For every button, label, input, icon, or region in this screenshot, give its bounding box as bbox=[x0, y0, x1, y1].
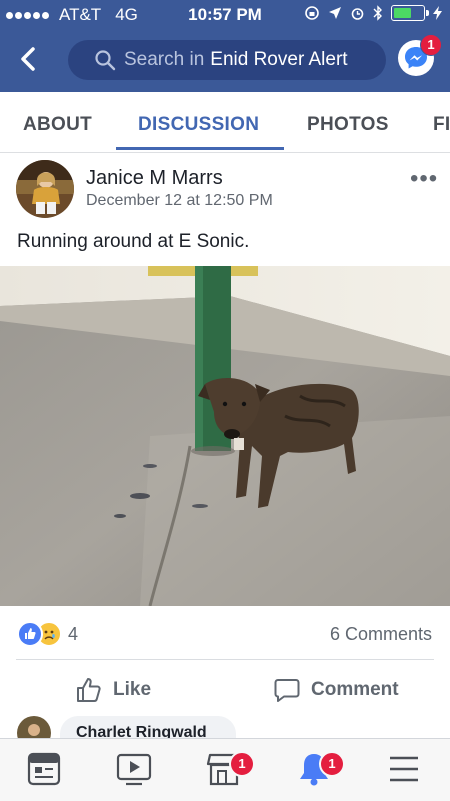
author-avatar[interactable] bbox=[16, 160, 74, 218]
notifications-badge: 1 bbox=[319, 751, 345, 777]
divider bbox=[16, 659, 434, 660]
comment-button[interactable]: Comment bbox=[273, 676, 399, 704]
search-group-name: Enid Rover Alert bbox=[210, 49, 348, 70]
post-author[interactable]: Janice M Marrs bbox=[86, 167, 223, 190]
comment-icon bbox=[274, 679, 300, 702]
navbar: Search in Enid Rover Alert 1 bbox=[0, 34, 450, 86]
tab-discussion[interactable]: DISCUSSION bbox=[138, 114, 259, 136]
marketplace-badge: 1 bbox=[229, 751, 255, 777]
news-feed-icon[interactable] bbox=[24, 751, 64, 787]
like-button[interactable]: Like bbox=[75, 676, 151, 704]
search-icon bbox=[95, 50, 116, 71]
charging-bolt-icon bbox=[433, 6, 442, 20]
tab-about[interactable]: ABOUT bbox=[23, 114, 92, 136]
alarm-icon bbox=[351, 7, 364, 20]
bottom-tab-bar: 1 1 bbox=[0, 738, 450, 801]
search-prefix: Search in bbox=[124, 49, 205, 70]
more-icon[interactable]: ••• bbox=[410, 165, 438, 193]
location-arrow-icon bbox=[329, 7, 341, 19]
search-input[interactable]: Search in Enid Rover Alert bbox=[68, 40, 386, 80]
thumbs-up-icon bbox=[77, 678, 101, 702]
reaction-summary[interactable]: 4 bbox=[17, 620, 78, 648]
like-label: Like bbox=[113, 679, 152, 700]
tab-photos[interactable]: PHOTOS bbox=[307, 114, 389, 136]
like-reaction-icon bbox=[17, 621, 43, 647]
reaction-count: 4 bbox=[68, 623, 79, 644]
back-chevron-icon[interactable] bbox=[14, 44, 44, 74]
comments-count[interactable]: 6 Comments bbox=[330, 624, 432, 645]
battery-icon bbox=[391, 5, 429, 21]
messenger-badge: 1 bbox=[420, 34, 442, 56]
tab-files[interactable]: FI bbox=[433, 114, 450, 136]
post-photo[interactable] bbox=[0, 266, 450, 606]
bluetooth-icon bbox=[373, 5, 382, 21]
status-bar: AT&T 4G 10:57 PM bbox=[0, 0, 450, 30]
post-timestamp[interactable]: December 12 at 12:50 PM bbox=[86, 192, 273, 210]
post-text: Running around at E Sonic. bbox=[17, 231, 250, 252]
group-tabs: ABOUT DISCUSSION PHOTOS FI bbox=[0, 92, 450, 153]
top-bar: AT&T 4G 10:57 PM Search in Enid Rover Al… bbox=[0, 0, 450, 92]
menu-icon[interactable] bbox=[384, 751, 424, 787]
active-tab-indicator bbox=[116, 147, 284, 150]
rotation-lock-icon bbox=[305, 6, 319, 20]
watch-icon[interactable] bbox=[114, 751, 154, 787]
comment-label: Comment bbox=[311, 679, 399, 700]
